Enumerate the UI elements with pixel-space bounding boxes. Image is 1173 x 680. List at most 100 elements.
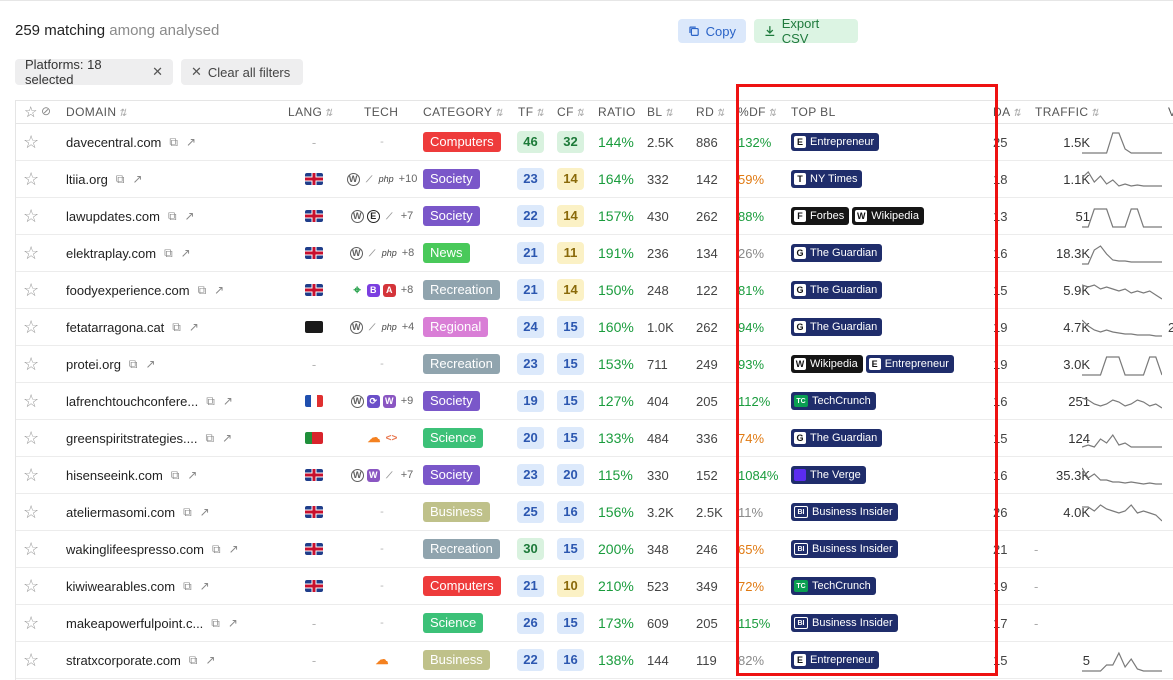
copy-icon[interactable]: ⧉: [183, 579, 192, 594]
top-bl-source[interactable]: G The Guardian: [791, 429, 883, 447]
copy-icon[interactable]: ⧉: [169, 135, 178, 150]
clear-filters-button[interactable]: ✕ Clear all filters: [181, 59, 303, 85]
select-all-icon[interactable]: ⊘: [41, 104, 51, 118]
header-tf[interactable]: TF ⇅: [518, 105, 544, 119]
copy-icon[interactable]: ⧉: [168, 209, 177, 224]
star-icon[interactable]: ☆: [23, 531, 39, 567]
top-bl-source[interactable]: BI Business Insider: [791, 503, 898, 521]
close-icon: ✕: [191, 64, 202, 79]
top-bl-source[interactable]: V The Verge: [791, 466, 866, 484]
copy-icon[interactable]: ⧉: [172, 320, 181, 335]
top-bl-source[interactable]: W Wikipedia: [852, 207, 924, 225]
top-bl-source[interactable]: E Entrepreneur: [791, 133, 880, 151]
external-link-icon[interactable]: ↗: [187, 468, 197, 482]
copy-button[interactable]: Copy: [678, 19, 746, 43]
external-link-icon[interactable]: ↗: [229, 542, 239, 556]
external-link-icon[interactable]: ↗: [186, 135, 196, 149]
domain-link[interactable]: fetatarragona.cat: [66, 320, 164, 335]
external-link-icon[interactable]: ↗: [200, 505, 210, 519]
top-bl-source[interactable]: F Forbes: [791, 207, 850, 225]
star-icon[interactable]: ☆: [23, 420, 39, 456]
remove-filter-icon[interactable]: ✕: [152, 64, 163, 80]
copy-icon[interactable]: ⧉: [116, 172, 125, 187]
star-icon[interactable]: ☆: [23, 605, 39, 641]
domain-link[interactable]: makeapowerfulpoint.c...: [66, 616, 203, 631]
header-category[interactable]: CATEGORY ⇅: [423, 105, 503, 119]
external-link-icon[interactable]: ↗: [222, 431, 232, 445]
external-link-icon[interactable]: ↗: [214, 283, 224, 297]
domain-link[interactable]: ltiia.org: [66, 172, 108, 187]
star-icon[interactable]: ☆: [23, 198, 39, 234]
star-icon[interactable]: ☆: [23, 272, 39, 308]
star-icon[interactable]: ☆: [23, 494, 39, 530]
top-bl-source[interactable]: G The Guardian: [791, 281, 883, 299]
external-link-icon[interactable]: ↗: [223, 394, 233, 408]
tf-value: 22: [517, 205, 544, 227]
domain-link[interactable]: protei.org: [66, 357, 121, 372]
star-icon[interactable]: ☆: [23, 568, 39, 604]
top-bl-source[interactable]: BI Business Insider: [791, 540, 898, 558]
header-lang[interactable]: LANG ⇅: [288, 105, 333, 119]
external-link-icon[interactable]: ↗: [189, 320, 199, 334]
domain-link[interactable]: greenspiritstrategies....: [66, 431, 198, 446]
copy-icon[interactable]: ⧉: [198, 283, 207, 298]
copy-icon[interactable]: ⧉: [164, 246, 173, 261]
copy-icon[interactable]: ⧉: [171, 468, 180, 483]
domain-cell: hisenseeink.com ⧉ ↗: [66, 457, 197, 493]
domain-link[interactable]: elektraplay.com: [66, 246, 156, 261]
header-cf[interactable]: CF ⇅: [557, 105, 585, 119]
top-bl-source[interactable]: TC TechCrunch: [791, 392, 876, 410]
copy-icon[interactable]: ⧉: [183, 505, 192, 520]
star-icon[interactable]: ☆: [23, 383, 39, 419]
external-link-icon[interactable]: ↗: [146, 357, 156, 371]
header-domain[interactable]: DOMAIN ⇅: [66, 105, 127, 119]
top-bl-source[interactable]: BI Business Insider: [791, 614, 898, 632]
external-link-icon[interactable]: ↗: [200, 579, 210, 593]
domain-link[interactable]: kiwiwearables.com: [66, 579, 175, 594]
top-bl-source[interactable]: G The Guardian: [791, 244, 883, 262]
star-header-icon[interactable]: ☆: [24, 103, 38, 121]
domain-link[interactable]: hisenseeink.com: [66, 468, 163, 483]
top-bl-source[interactable]: E Entrepreneur: [865, 355, 954, 373]
star-icon[interactable]: ☆: [23, 346, 39, 382]
external-link-icon[interactable]: ↗: [181, 246, 191, 260]
domain-link[interactable]: foodyexperience.com: [66, 283, 190, 298]
top-bl-source[interactable]: TC TechCrunch: [791, 577, 876, 595]
domain-link[interactable]: lafrenchtouchconfere...: [66, 394, 198, 409]
top-bl-source[interactable]: W Wikipedia: [791, 355, 863, 373]
header-rd[interactable]: RD ⇅: [696, 105, 725, 119]
external-link-icon[interactable]: ↗: [205, 653, 215, 667]
top-bl-source[interactable]: E Entrepreneur: [791, 651, 880, 669]
top-bl-source[interactable]: G The Guardian: [791, 318, 883, 336]
export-csv-button[interactable]: Export CSV: [754, 16, 858, 46]
domain-link[interactable]: stratxcorporate.com: [66, 653, 181, 668]
header-da[interactable]: DA ⇅: [993, 105, 1021, 119]
domain-cell: stratxcorporate.com ⧉ ↗: [66, 642, 216, 678]
copy-icon[interactable]: ⧉: [211, 616, 220, 631]
copy-icon[interactable]: ⧉: [189, 653, 198, 668]
copy-icon[interactable]: ⧉: [212, 542, 221, 557]
external-link-icon[interactable]: ↗: [133, 172, 143, 186]
copy-icon[interactable]: ⧉: [129, 357, 138, 372]
star-icon[interactable]: ☆: [23, 309, 39, 345]
top-bl-source[interactable]: T NY Times: [791, 170, 863, 188]
domain-link[interactable]: ateliermasomi.com: [66, 505, 175, 520]
domain-link[interactable]: wakinglifeespresso.com: [66, 542, 204, 557]
star-icon[interactable]: ☆: [23, 124, 39, 160]
header-traffic[interactable]: TRAFFIC ⇅: [1035, 105, 1099, 119]
external-link-icon[interactable]: ↗: [185, 209, 195, 223]
header-percent-df[interactable]: %DF ⇅: [738, 105, 777, 119]
domain-link[interactable]: davecentral.com: [66, 135, 161, 150]
star-icon[interactable]: ☆: [23, 235, 39, 271]
platforms-filter-chip[interactable]: Platforms: 18 selected ✕: [15, 57, 173, 87]
star-icon[interactable]: ☆: [23, 161, 39, 197]
domain-link[interactable]: lawupdates.com: [66, 209, 160, 224]
header-bl[interactable]: BL ⇅: [647, 105, 673, 119]
traffic-value: -: [1034, 578, 1039, 594]
star-icon[interactable]: ☆: [23, 642, 39, 678]
copy-icon[interactable]: ⧉: [206, 394, 215, 409]
external-link-icon[interactable]: ↗: [228, 616, 238, 630]
top-bl-label: The Guardian: [810, 321, 878, 333]
copy-icon[interactable]: ⧉: [206, 431, 215, 446]
star-icon[interactable]: ☆: [23, 457, 39, 493]
